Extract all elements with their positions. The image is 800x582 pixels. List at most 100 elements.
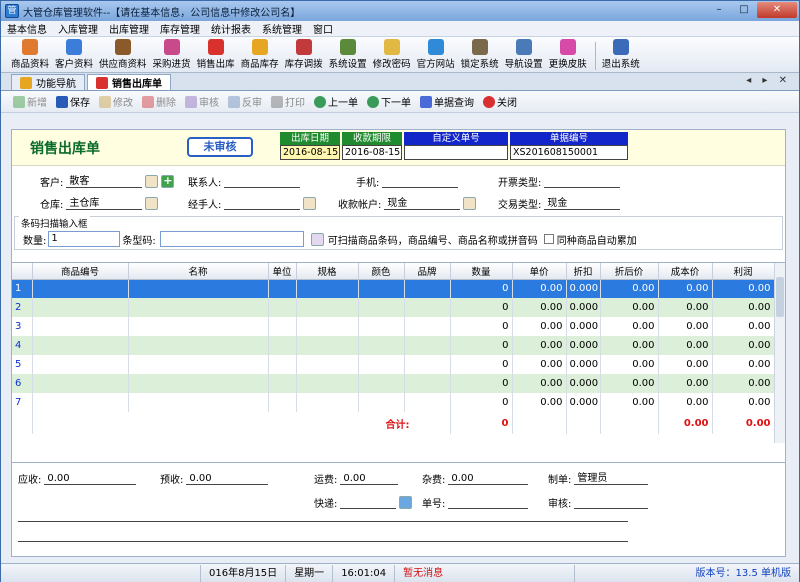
- edit-button[interactable]: 修改: [99, 94, 133, 109]
- menu-inbound[interactable]: 入库管理: [58, 21, 98, 36]
- grid-scrollbar[interactable]: [774, 263, 785, 443]
- express-field[interactable]: [340, 496, 397, 509]
- phone-field[interactable]: [382, 175, 459, 188]
- invoice-type-label: 开票类型:: [498, 178, 542, 189]
- menu-outbound[interactable]: 出库管理: [109, 21, 149, 36]
- add-customer-icon[interactable]: +: [161, 175, 175, 188]
- toolbar-lock[interactable]: 锁定系统: [461, 39, 499, 72]
- toolbar-nav-settings[interactable]: 导航设置: [505, 39, 543, 72]
- toolbar-sales-out[interactable]: 销售出库: [197, 39, 235, 72]
- doc-query-button[interactable]: 单据查询: [420, 94, 474, 109]
- close-window-button[interactable]: ✕: [757, 2, 797, 18]
- app-window: 管 大管仓库管理软件--【请在基本信息，公司信息中修改公司名】 – □ ✕ 基本…: [0, 0, 800, 582]
- status-message[interactable]: 暂无消息: [395, 564, 576, 582]
- prepaid-field[interactable]: 0.00: [186, 472, 269, 485]
- toolbar-transfer[interactable]: 库存调拨: [285, 39, 323, 72]
- col-name[interactable]: 名称: [128, 263, 269, 280]
- menu-reports[interactable]: 统计报表: [211, 21, 251, 36]
- toolbar-customers[interactable]: 客户资料: [55, 39, 93, 72]
- remarks-line[interactable]: [18, 521, 628, 522]
- col-cost[interactable]: 成本价: [658, 263, 713, 280]
- warehouse-field[interactable]: 主仓库: [66, 197, 143, 210]
- table-row[interactable]: 1 0 0.00 0.000 0.00 0.00 0.00: [12, 279, 775, 298]
- tracking-field[interactable]: [448, 496, 529, 509]
- nav-icon: [515, 39, 532, 55]
- table-row[interactable]: 2 0 0.00 0.000 0.00 0.00 0.00: [12, 298, 775, 317]
- print-button[interactable]: 打印: [271, 94, 305, 109]
- scrollbar-thumb[interactable]: [776, 277, 784, 317]
- maximize-button[interactable]: □: [732, 2, 756, 18]
- menu-inventory[interactable]: 库存管理: [160, 21, 200, 36]
- receivable-field[interactable]: 0.00: [44, 472, 137, 485]
- contact-field[interactable]: [224, 175, 301, 188]
- settings-icon: [339, 39, 356, 55]
- menu-basic-info[interactable]: 基本信息: [7, 21, 47, 36]
- customer-field[interactable]: 散客: [66, 175, 143, 188]
- trade-type-field[interactable]: 现金: [544, 197, 621, 210]
- globe-icon: [427, 39, 444, 55]
- col-product-code[interactable]: 商品编号: [32, 263, 129, 280]
- col-discounted-price[interactable]: 折后价: [600, 263, 659, 280]
- handler-lookup-icon[interactable]: [303, 197, 317, 210]
- delete-button[interactable]: 删除: [142, 94, 176, 109]
- total-qty: 0: [450, 412, 513, 434]
- tab-sales-out-doc[interactable]: 销售出库单: [87, 74, 171, 90]
- table-row[interactable]: 3 0 0.00 0.000 0.00 0.00 0.00: [12, 317, 775, 336]
- qty-input[interactable]: 1: [48, 231, 121, 247]
- form-fields: 客户: 散客 + 联系人: 手机: 开票类型: 仓库: 主仓库 经手人: 收款帐…: [12, 166, 785, 216]
- misc-fee-field[interactable]: 0.00: [448, 472, 529, 485]
- handler-field[interactable]: [224, 197, 301, 210]
- toolbar-settings[interactable]: 系统设置: [329, 39, 367, 72]
- col-color[interactable]: 颜色: [358, 263, 405, 280]
- table-row[interactable]: 5 0 0.00 0.000 0.00 0.00 0.00: [12, 355, 775, 374]
- toolbar-skin[interactable]: 更换皮肤: [549, 39, 587, 72]
- col-brand[interactable]: 品牌: [404, 263, 451, 280]
- next-doc-button[interactable]: 下一单: [367, 94, 411, 109]
- barcode-input[interactable]: [159, 231, 304, 247]
- prev-doc-button[interactable]: 上一单: [314, 94, 358, 109]
- total-cost: 0.00: [658, 412, 713, 434]
- tab-function-nav[interactable]: 功能导航: [11, 74, 85, 90]
- toolbar-suppliers[interactable]: 供应商资料: [99, 39, 147, 72]
- tab-nav-controls[interactable]: ◂ ▸ ✕: [746, 75, 791, 86]
- customer-lookup-icon[interactable]: [145, 175, 159, 188]
- unapprove-button[interactable]: 反审: [228, 94, 262, 109]
- custom-no-field[interactable]: [404, 145, 508, 160]
- barcode-search-icon[interactable]: [310, 232, 324, 246]
- col-qty[interactable]: 数量: [450, 263, 513, 280]
- menu-window[interactable]: 窗口: [313, 21, 333, 36]
- table-row[interactable]: 4 0 0.00 0.000 0.00 0.00 0.00: [12, 336, 775, 355]
- out-date-field[interactable]: 2016-08-15: [280, 145, 340, 160]
- minimize-button[interactable]: –: [707, 2, 731, 18]
- warehouse-lookup-icon[interactable]: [145, 197, 159, 210]
- freight-field[interactable]: 0.00: [340, 472, 399, 485]
- toolbar-website[interactable]: 官方网站: [417, 39, 455, 72]
- toolbar-products[interactable]: 商品资料: [11, 39, 49, 72]
- account-lookup-icon[interactable]: [463, 197, 477, 210]
- toolbar-purchase[interactable]: 采购进货: [153, 39, 191, 72]
- col-price[interactable]: 单价: [512, 263, 567, 280]
- toolbar-password[interactable]: 修改密码: [373, 39, 411, 72]
- close-doc-button[interactable]: 关闭: [483, 94, 517, 109]
- purchase-icon: [163, 39, 180, 55]
- menu-system[interactable]: 系统管理: [262, 21, 302, 36]
- col-spec[interactable]: 规格: [296, 263, 359, 280]
- express-dropdown-icon[interactable]: [399, 496, 413, 509]
- toolbar-stock[interactable]: 商品库存: [241, 39, 279, 72]
- col-profit[interactable]: 利润: [712, 263, 775, 280]
- approve-button[interactable]: 审核: [185, 94, 219, 109]
- toolbar-exit[interactable]: 退出系统: [602, 39, 640, 72]
- table-row[interactable]: 7 0 0.00 0.000 0.00 0.00 0.00: [12, 393, 775, 412]
- col-discount[interactable]: 折扣: [566, 263, 601, 280]
- key-icon: [383, 39, 400, 55]
- account-field[interactable]: 现金: [384, 197, 461, 210]
- due-date-field[interactable]: 2016-08-15: [342, 145, 402, 160]
- table-row[interactable]: 6 0 0.00 0.000 0.00 0.00 0.00: [12, 374, 775, 393]
- new-button[interactable]: 新增: [13, 94, 47, 109]
- invoice-type-field[interactable]: [544, 175, 621, 188]
- close-icon: [483, 95, 495, 108]
- auto-accumulate-checkbox[interactable]: [543, 234, 554, 244]
- save-button[interactable]: 保存: [56, 94, 90, 109]
- remarks-line-2[interactable]: [18, 541, 628, 542]
- col-unit[interactable]: 单位: [268, 263, 297, 280]
